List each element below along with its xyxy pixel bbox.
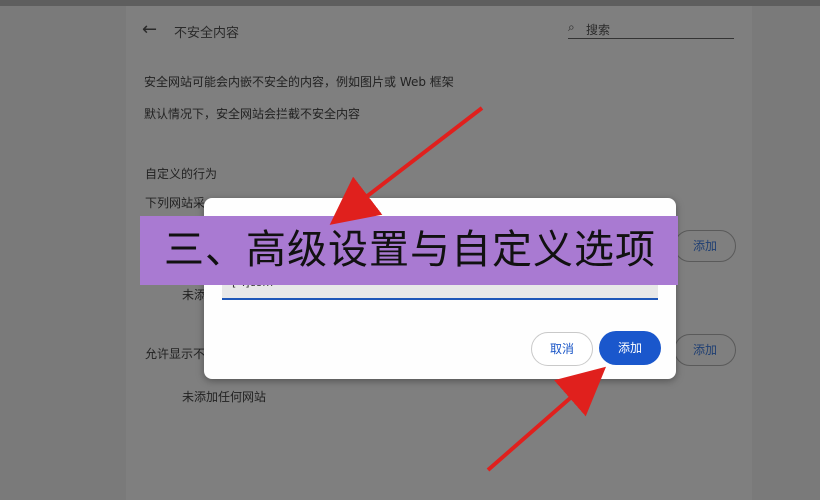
search-input[interactable]: ⌕ 搜索: [568, 18, 734, 39]
search-icon: ⌕: [568, 20, 575, 34]
allowed-sites-title: 允许显示不: [145, 347, 206, 361]
page-title: 不安全内容: [174, 26, 240, 41]
section-banner: 三、高级设置与自定义选项: [140, 216, 678, 285]
add-blocked-site-button[interactable]: 添加: [674, 230, 736, 262]
description-text-2: 默认情况下，安全网站会拦截不安全内容: [144, 107, 361, 121]
add-allowed-site-button[interactable]: 添加: [674, 334, 736, 366]
custom-behavior-subtitle: 下列网站采: [145, 196, 206, 210]
custom-behavior-title: 自定义的行为: [145, 167, 218, 181]
back-arrow-icon[interactable]: ←: [142, 20, 160, 40]
banner-title: 三、高级设置与自定义选项: [164, 227, 656, 273]
search-placeholder: 搜索: [586, 23, 611, 37]
description-text-1: 安全网站可能会内嵌不安全的内容，例如图片或 Web 框架: [144, 75, 454, 89]
blocked-sites-empty: 未添: [182, 288, 207, 302]
allowed-sites-empty: 未添加任何网站: [182, 390, 267, 404]
cancel-button[interactable]: 取消: [531, 332, 593, 366]
dialog-add-button[interactable]: 添加: [599, 331, 661, 365]
